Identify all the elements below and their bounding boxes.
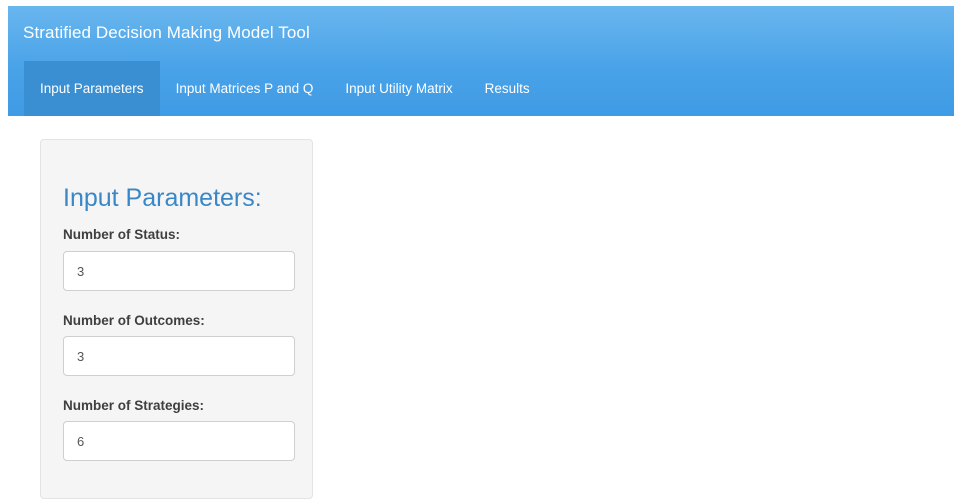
tab-input-matrices-p-and-q[interactable]: Input Matrices P and Q [160,61,330,116]
number-of-outcomes-label: Number of Outcomes: [63,313,205,328]
tab-results[interactable]: Results [469,61,546,116]
input-parameters-panel: Input Parameters: Number of Status: Numb… [40,139,313,499]
panel-title: Input Parameters: [63,184,262,212]
app-title[interactable]: Stratified Decision Making Model Tool [23,23,310,43]
tab-input-utility-matrix[interactable]: Input Utility Matrix [329,61,468,116]
number-of-strategies-input[interactable] [63,421,295,461]
number-of-strategies-label: Number of Strategies: [63,398,205,413]
tab-input-parameters[interactable]: Input Parameters [24,61,160,116]
number-of-status-input[interactable] [63,251,295,291]
navbar: Stratified Decision Making Model Tool In… [8,6,954,116]
number-of-outcomes-input[interactable] [63,336,295,376]
number-of-status-label: Number of Status: [63,227,181,242]
nav-tabs: Input Parameters Input Matrices P and Q … [24,61,546,116]
